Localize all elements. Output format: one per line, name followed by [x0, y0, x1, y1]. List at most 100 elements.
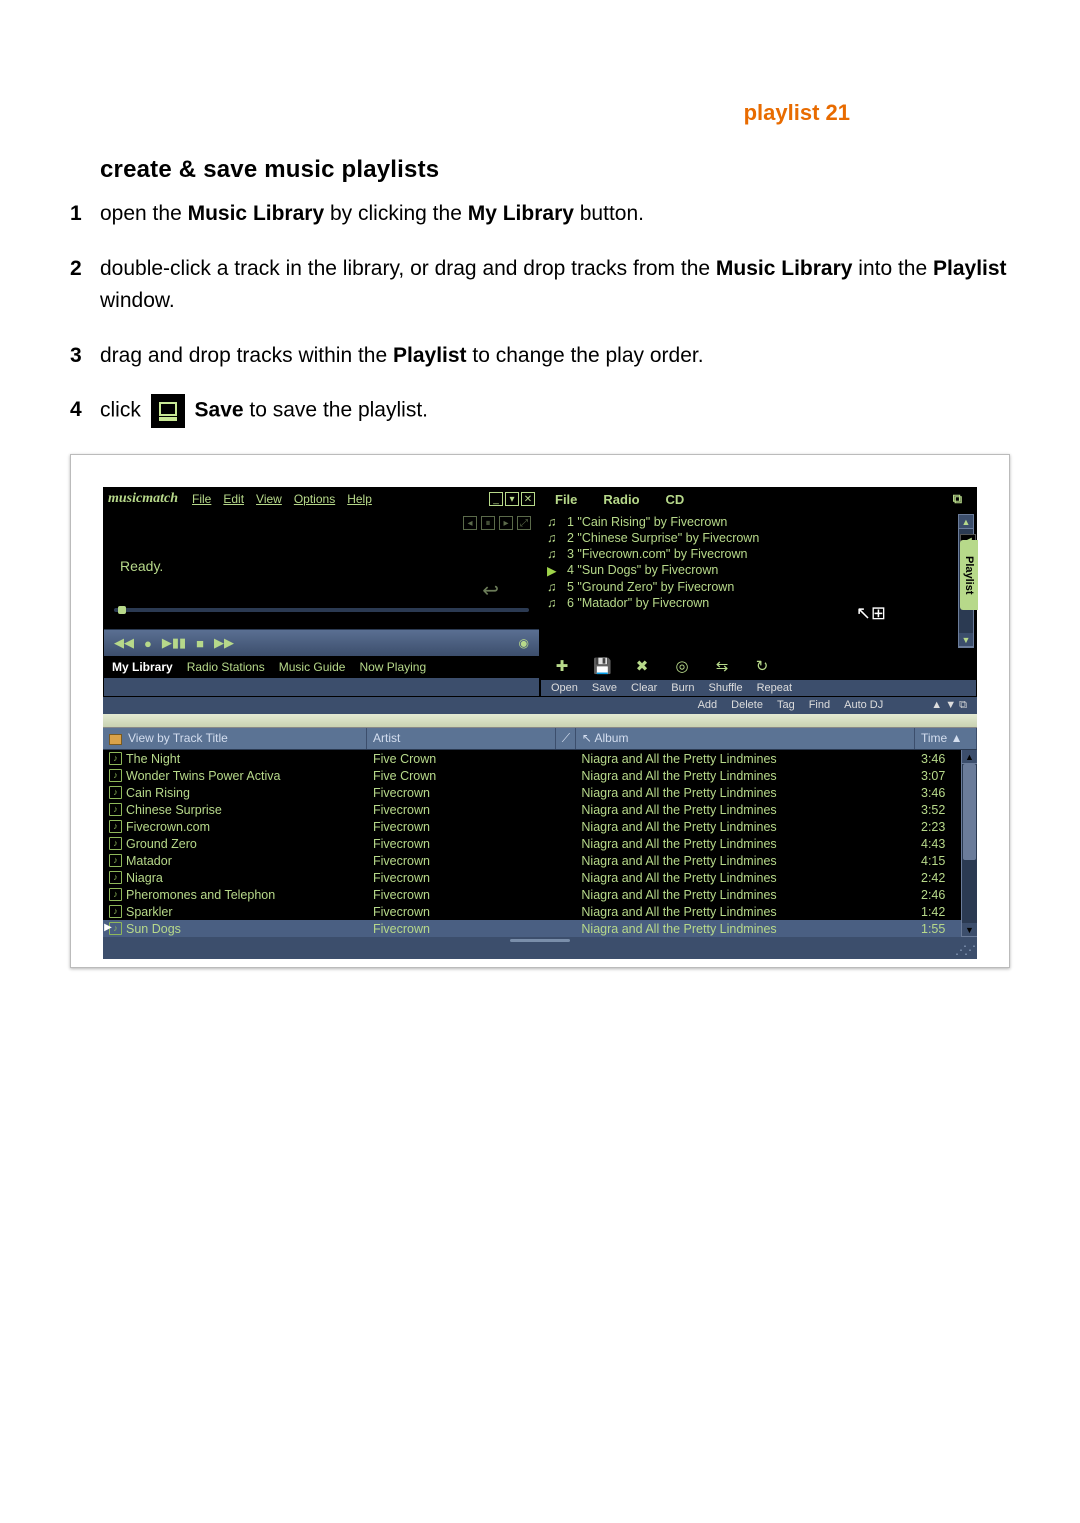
play-pause-button[interactable]: ▶▮▮	[162, 635, 186, 651]
track-title: Chinese Surprise	[126, 803, 222, 817]
track-title: Niagra	[126, 871, 163, 885]
tab-now-playing[interactable]: Now Playing	[359, 660, 426, 674]
library-row[interactable]: ♪SparklerFivecrownNiagra and All the Pre…	[103, 903, 977, 920]
save-icon	[151, 394, 185, 428]
folder-icon	[109, 734, 122, 745]
left-tabs: My Library Radio Stations Music Guide Now P…	[104, 656, 539, 678]
playlist-row[interactable]: ♫5 "Ground Zero" by Fivecrown	[547, 579, 970, 595]
sort-asc-icon[interactable]: ▲	[951, 731, 963, 745]
transport-bar: ◀◀ ● ▶▮▮ ■ ▶▶ ◉	[104, 630, 539, 656]
playlist-row[interactable]: ♫3 "Fivecrown.com" by Fivecrown	[547, 546, 970, 562]
label-burn: Burn	[671, 682, 694, 694]
mini-control-3[interactable]: ⤢	[517, 516, 531, 530]
resize-grip-icon[interactable]: ⋰⋰	[955, 943, 973, 957]
playlist-panel: ♫1 "Cain Rising" by Fivecrown♫2 "Chinese…	[541, 510, 976, 652]
sublabel-tag[interactable]: Tag	[777, 699, 795, 711]
clear-icon[interactable]: ✖	[633, 657, 651, 675]
note-icon: ♪	[109, 905, 122, 918]
right-menu-cd[interactable]: CD	[666, 492, 685, 507]
playlist-side-tab[interactable]: Playlist	[960, 540, 978, 610]
mini-control-2[interactable]: ▸	[499, 516, 513, 530]
scroll-up-icon[interactable]: ▲	[959, 515, 973, 529]
shuffle-icon[interactable]: ⇆	[713, 657, 731, 675]
note-icon: ♫	[547, 531, 561, 545]
step-number: 4	[70, 394, 100, 428]
right-menu: File Radio CD ⧉	[541, 488, 976, 510]
playlist-item-label: 1 "Cain Rising" by Fivecrown	[567, 515, 727, 529]
save-icon[interactable]: 💾	[593, 657, 611, 675]
library-row[interactable]: ▶♪Sun DogsFivecrownNiagra and All the Pr…	[103, 920, 977, 937]
library-row[interactable]: ♪MatadorFivecrownNiagra and All the Pret…	[103, 852, 977, 869]
sublabel-add[interactable]: Add	[698, 699, 718, 711]
track-artist: Fivecrown	[367, 820, 555, 834]
burn-icon[interactable]: ◎	[673, 657, 691, 675]
icon-labels-top: OpenSaveClearBurnShuffleRepeat	[541, 680, 976, 696]
track-album: Niagra and All the Pretty Lindmines	[575, 905, 915, 919]
icon-labels-bottom: Add Delete Tag Find Auto DJ ▲ ▼ ⧉	[103, 697, 977, 714]
menu-edit[interactable]: Edit	[217, 492, 250, 506]
scroll-down-icon[interactable]: ▼	[962, 923, 977, 937]
library-row[interactable]: ♪Ground ZeroFivecrownNiagra and All the …	[103, 835, 977, 852]
library-row[interactable]: ♪The NightFive CrownNiagra and All the P…	[103, 750, 977, 767]
library-header[interactable]: View by Track Title Artist ⟋ ↖ Album Tim…	[103, 728, 977, 750]
tab-music-guide[interactable]: Music Guide	[279, 660, 346, 674]
volume-icon[interactable]: ◉	[519, 636, 529, 650]
library-row[interactable]: ♪ Cain Rising Fivecrown Niagra and All the …	[103, 784, 977, 801]
progress-bar[interactable]	[114, 608, 529, 612]
step-number: 1	[70, 198, 100, 231]
playlist-row[interactable]: ▶4 "Sun Dogs" by Fivecrown	[547, 562, 970, 579]
step-number: 3	[70, 340, 100, 373]
playlist-row[interactable]: ♫6 "Matador" by Fivecrown	[547, 595, 970, 611]
close-button[interactable]: ✕	[521, 492, 535, 506]
page-header-tag: playlist 21	[70, 100, 1010, 126]
step-number: 2	[70, 253, 100, 318]
menu-help[interactable]: Help	[341, 492, 378, 506]
library-row[interactable]: ♪Wonder Twins Power ActivaFive CrownNiag…	[103, 767, 977, 784]
note-icon: ♪	[109, 786, 122, 799]
scroll-down-icon[interactable]: ▼	[959, 633, 973, 647]
track-title: Cain Rising	[126, 786, 190, 800]
stop-button[interactable]: ■	[196, 636, 204, 651]
record-button[interactable]: ●	[144, 636, 152, 651]
player-status: Ready.	[120, 558, 163, 574]
menu-file[interactable]: File	[186, 492, 217, 506]
library-row[interactable]: ♪Pheromones and TelephonFivecrownNiagra …	[103, 886, 977, 903]
nav-arrows[interactable]: ▲ ▼ ⧉	[931, 699, 967, 712]
track-artist: Fivecrown	[367, 786, 555, 800]
library-scrollbar[interactable]: ▲ ▼	[961, 750, 977, 937]
step-body: open the Music Library by clicking the M…	[100, 198, 1010, 231]
minimize-button[interactable]: _	[489, 492, 503, 506]
playlist-item-label: 4 "Sun Dogs" by Fivecrown	[567, 563, 718, 578]
sort-icon[interactable]: ⟋	[556, 728, 576, 749]
mini-control-1[interactable]: ⏸	[481, 516, 495, 530]
playlist-row[interactable]: ♫1 "Cain Rising" by Fivecrown	[547, 514, 970, 530]
sublabel-delete[interactable]: Delete	[731, 699, 763, 711]
filter-bar[interactable]	[103, 714, 977, 728]
tab-my-library[interactable]: My Library	[112, 660, 173, 674]
sublabel-auto-dj[interactable]: Auto DJ	[844, 699, 883, 711]
open-icon[interactable]: ✚	[553, 657, 571, 675]
library-row[interactable]: ♪Fivecrown.comFivecrownNiagra and All th…	[103, 818, 977, 835]
prev-button[interactable]: ◀◀	[114, 635, 134, 651]
library-row[interactable]: ♪NiagraFivecrownNiagra and All the Prett…	[103, 869, 977, 886]
track-album: Niagra and All the Pretty Lindmines	[575, 752, 915, 766]
mini-control-0[interactable]: ◂	[463, 516, 477, 530]
note-icon: ♪	[109, 888, 122, 901]
menu-view[interactable]: View	[250, 492, 288, 506]
repeat-icon[interactable]: ↻	[753, 657, 771, 675]
scroll-up-icon[interactable]: ▲	[962, 750, 977, 764]
track-artist: Fivecrown	[367, 871, 555, 885]
next-button[interactable]: ▶▶	[214, 635, 234, 651]
menu-options[interactable]: Options	[288, 492, 341, 506]
tab-radio-stations[interactable]: Radio Stations	[187, 660, 265, 674]
track-title: The Night	[126, 752, 180, 766]
library-row[interactable]: ♪Chinese SurpriseFivecrownNiagra and All…	[103, 801, 977, 818]
track-album: Niagra and All the Pretty Lindmines	[575, 786, 915, 800]
right-menu-radio[interactable]: Radio	[603, 492, 639, 507]
section-title: create & save music playlists	[100, 156, 1010, 184]
right-menu-file[interactable]: File	[555, 492, 577, 507]
playlist-row[interactable]: ♫2 "Chinese Surprise" by Fivecrown	[547, 530, 970, 546]
options-button[interactable]: ▾	[505, 492, 519, 506]
sublabel-find[interactable]: Find	[809, 699, 830, 711]
detach-icon[interactable]: ⧉	[953, 491, 962, 507]
